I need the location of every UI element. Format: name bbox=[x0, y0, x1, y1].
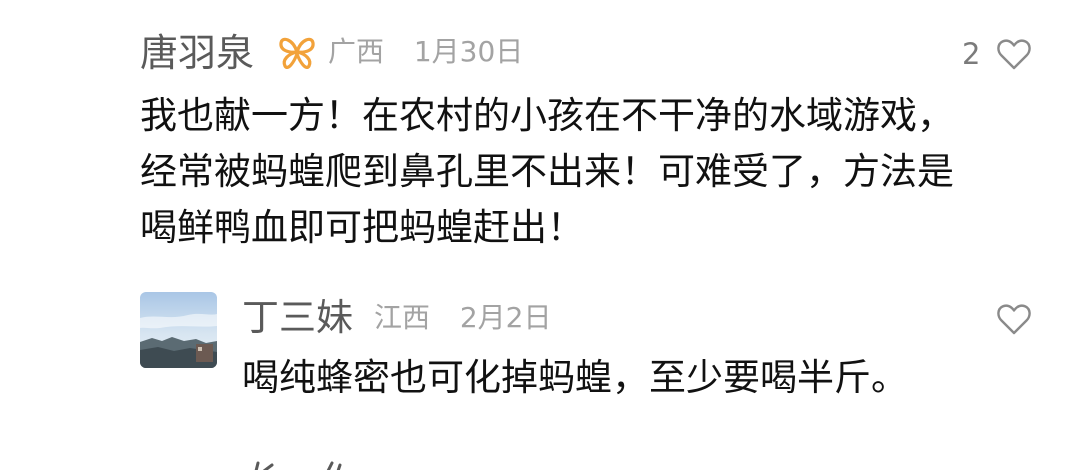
heart-outline-icon[interactable] bbox=[996, 302, 1032, 336]
comment-text[interactable]: 我也献一方！在农村的小孩在不干净的水域游戏， 经常被蚂蝗爬到鼻孔里不出来！可难受… bbox=[140, 88, 1060, 256]
comment-text-line: 经常被蚂蝗爬到鼻孔里不出来！可难受了，方法是 bbox=[140, 150, 954, 193]
avatar[interactable] bbox=[140, 292, 217, 368]
butterfly-badge-icon bbox=[276, 32, 318, 72]
comment-like-count: 2 bbox=[962, 37, 981, 71]
comment-location: 广西 bbox=[328, 35, 385, 68]
comment-text-line: 我也献一方！在农村的小孩在不干净的水域游戏， bbox=[140, 94, 954, 137]
reply-date: 2月2日 bbox=[459, 301, 552, 334]
heart-outline-icon[interactable] bbox=[996, 37, 1032, 71]
reply-text[interactable]: 喝纯蜂密也可化掉蚂蝗，至少要喝半斤。 bbox=[242, 350, 908, 406]
next-item-partial bbox=[242, 456, 362, 470]
comment-text-line: 喝鲜鸭血即可把蚂蝗赶出！ bbox=[140, 206, 584, 249]
reply-author-name[interactable]: 丁三妹 bbox=[242, 296, 353, 340]
reply-location: 江西 bbox=[374, 301, 431, 334]
comment-meta: 广西 1月30日 bbox=[328, 34, 523, 70]
reply-meta: 江西 2月2日 bbox=[374, 300, 551, 336]
comment-date: 1月30日 bbox=[413, 35, 524, 68]
comment-author-name[interactable]: 唐羽泉 bbox=[140, 30, 254, 76]
